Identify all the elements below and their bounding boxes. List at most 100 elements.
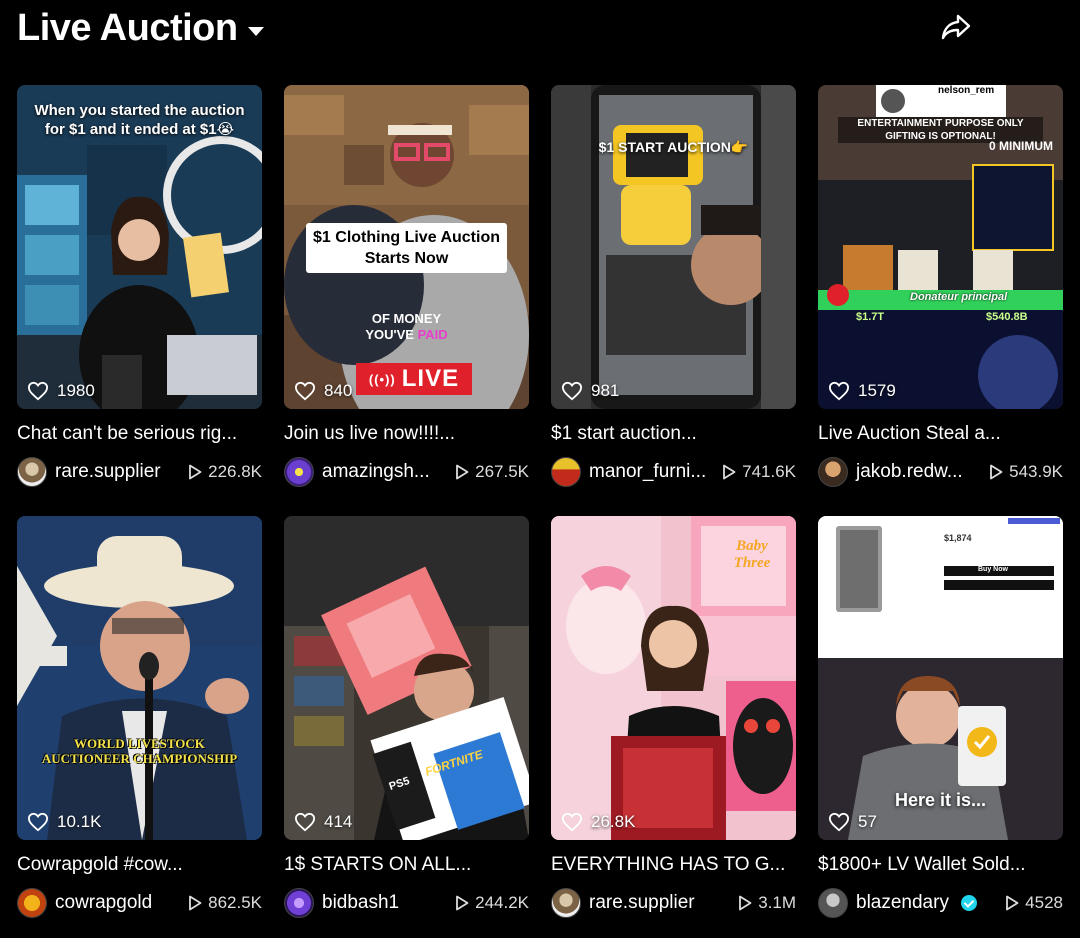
play-icon: [456, 464, 469, 480]
video-card[interactable]: $1 Clothing Live Auction Starts Now OF M…: [284, 85, 529, 494]
author-name: blazendary: [856, 892, 949, 913]
author-link[interactable]: amazingsh...: [284, 457, 430, 487]
video-grid: When you started the auction for $1 and …: [17, 85, 1063, 925]
overlay-caption: $1 START AUCTION👉: [598, 139, 749, 155]
like-count-value: 840: [324, 381, 353, 400]
heart-icon: [27, 381, 49, 401]
video-card[interactable]: When you started the auction for $1 and …: [17, 85, 262, 494]
author-link[interactable]: bidbash1: [284, 888, 399, 918]
video-thumbnail[interactable]: When you started the auction for $1 and …: [17, 85, 262, 409]
author-link[interactable]: rare.supplier: [17, 457, 161, 487]
video-thumbnail[interactable]: nelson_rem ENTERTAINMENT PURPOSE ONLY GI…: [818, 85, 1063, 409]
like-count-value: 57: [858, 812, 877, 831]
live-badge: ((•)) LIVE: [356, 363, 472, 395]
video-card[interactable]: WORLD LIVESTOCK AUCTIONEER CHAMPIONSHIP …: [17, 516, 262, 925]
thumbnail-image: [284, 516, 529, 840]
video-title[interactable]: $1 start auction...: [551, 422, 796, 446]
video-title[interactable]: EVERYTHING HAS TO G...: [551, 853, 796, 877]
view-count-value: 741.6K: [742, 462, 796, 481]
play-icon: [189, 895, 202, 911]
like-count-value: 10.1K: [57, 812, 102, 831]
view-count-value: 244.2K: [475, 893, 529, 912]
view-count: 3.1M: [738, 893, 796, 913]
video-title[interactable]: 1$ STARTS ON ALL...: [284, 853, 529, 877]
play-icon: [456, 895, 469, 911]
heart-icon: [294, 381, 316, 401]
avatar[interactable]: [284, 457, 314, 487]
like-count: 1980: [27, 381, 95, 401]
view-count-value: 3.1M: [758, 893, 796, 912]
view-count-value: 862.5K: [208, 893, 262, 912]
overlay-text: WORLD LIVESTOCK: [74, 736, 205, 751]
like-count: 840: [294, 381, 352, 401]
video-thumbnail[interactable]: FORTNITE PS5 414: [284, 516, 529, 840]
author-link[interactable]: rare.supplier: [551, 888, 695, 918]
view-count: 741.6K: [722, 462, 796, 482]
author-link[interactable]: blazendary: [818, 888, 977, 918]
author-name: amazingsh...: [322, 461, 430, 482]
thumbnail-image: [17, 516, 262, 840]
video-thumbnail[interactable]: $1 START AUCTION👉 981: [551, 85, 796, 409]
overlay-text: YOU'VE: [365, 327, 414, 342]
video-thumbnail[interactable]: $1 Clothing Live Auction Starts Now OF M…: [284, 85, 529, 409]
overlay-username: nelson_rem: [938, 85, 995, 96]
verified-badge-icon: [960, 895, 977, 911]
avatar[interactable]: [17, 457, 47, 487]
overlay-amount: $540.8B: [986, 311, 1028, 323]
avatar[interactable]: [551, 888, 581, 918]
author-name: bidbash1: [322, 892, 400, 913]
video-title[interactable]: Join us live now!!!!...: [284, 422, 529, 446]
avatar[interactable]: [818, 457, 848, 487]
overlay-text: AUCTIONEER CHAMPIONSHIP: [41, 751, 238, 766]
play-icon: [1006, 895, 1019, 911]
view-count: 244.2K: [455, 893, 529, 913]
view-count: 267.5K: [455, 462, 529, 482]
video-card[interactable]: Baby Three 26.8K EVERYTHING HAS TO G... …: [551, 516, 796, 925]
play-icon: [189, 464, 202, 480]
page-title: Live Auction: [17, 6, 238, 49]
video-title[interactable]: Cowrapgold #cow...: [17, 853, 262, 877]
overlay-amount: $1.7T: [856, 311, 885, 323]
view-count: 862.5K: [188, 893, 262, 913]
video-card[interactable]: FORTNITE PS5 414 1$ STARTS ON ALL... bid…: [284, 516, 529, 925]
video-card[interactable]: $1,874 Buy Now Here it is... 57 $1800+ L…: [818, 516, 1063, 925]
heart-icon: [828, 381, 850, 401]
heart-icon: [561, 812, 583, 832]
view-count-value: 226.8K: [208, 462, 262, 481]
video-card[interactable]: $1 START AUCTION👉 981 $1 start auction..…: [551, 85, 796, 494]
video-thumbnail[interactable]: Baby Three 26.8K: [551, 516, 796, 840]
like-count: 26.8K: [561, 812, 635, 832]
like-count: 57: [828, 812, 877, 832]
avatar[interactable]: [284, 888, 314, 918]
overlay-text: 0 MINIMUM: [989, 139, 1053, 153]
video-title[interactable]: $1800+ LV Wallet Sold...: [818, 853, 1063, 877]
video-title[interactable]: Chat can't be serious rig...: [17, 422, 262, 446]
like-count-value: 414: [324, 812, 353, 831]
author-name: rare.supplier: [589, 892, 695, 913]
author-link[interactable]: cowrapgold: [17, 888, 152, 918]
overlay-text: Baby Three: [733, 538, 771, 571]
overlay-text: Donateur principal: [910, 291, 1008, 303]
author-link[interactable]: manor_furni...: [551, 457, 706, 487]
caret-down-icon[interactable]: [247, 26, 264, 36]
view-count: 4528: [1005, 893, 1063, 913]
video-thumbnail[interactable]: WORLD LIVESTOCK AUCTIONEER CHAMPIONSHIP …: [17, 516, 262, 840]
avatar[interactable]: [551, 457, 581, 487]
author-name: rare.supplier: [55, 461, 161, 482]
author-link[interactable]: jakob.redw...: [818, 457, 963, 487]
like-count: 414: [294, 812, 352, 832]
view-count-value: 4528: [1025, 893, 1063, 912]
view-count: 226.8K: [188, 462, 262, 482]
heart-icon: [828, 812, 850, 832]
share-icon[interactable]: [940, 12, 972, 42]
video-title[interactable]: Live Auction Steal a...: [818, 422, 1063, 446]
like-count: 981: [561, 381, 619, 401]
video-thumbnail[interactable]: $1,874 Buy Now Here it is... 57: [818, 516, 1063, 840]
video-card[interactable]: nelson_rem ENTERTAINMENT PURPOSE ONLY GI…: [818, 85, 1063, 494]
thumbnail-image: [551, 85, 796, 409]
view-count: 543.9K: [989, 462, 1063, 482]
view-count-value: 543.9K: [1009, 462, 1063, 481]
avatar[interactable]: [818, 888, 848, 918]
live-broadcast-icon: ((•)): [368, 371, 396, 387]
avatar[interactable]: [17, 888, 47, 918]
